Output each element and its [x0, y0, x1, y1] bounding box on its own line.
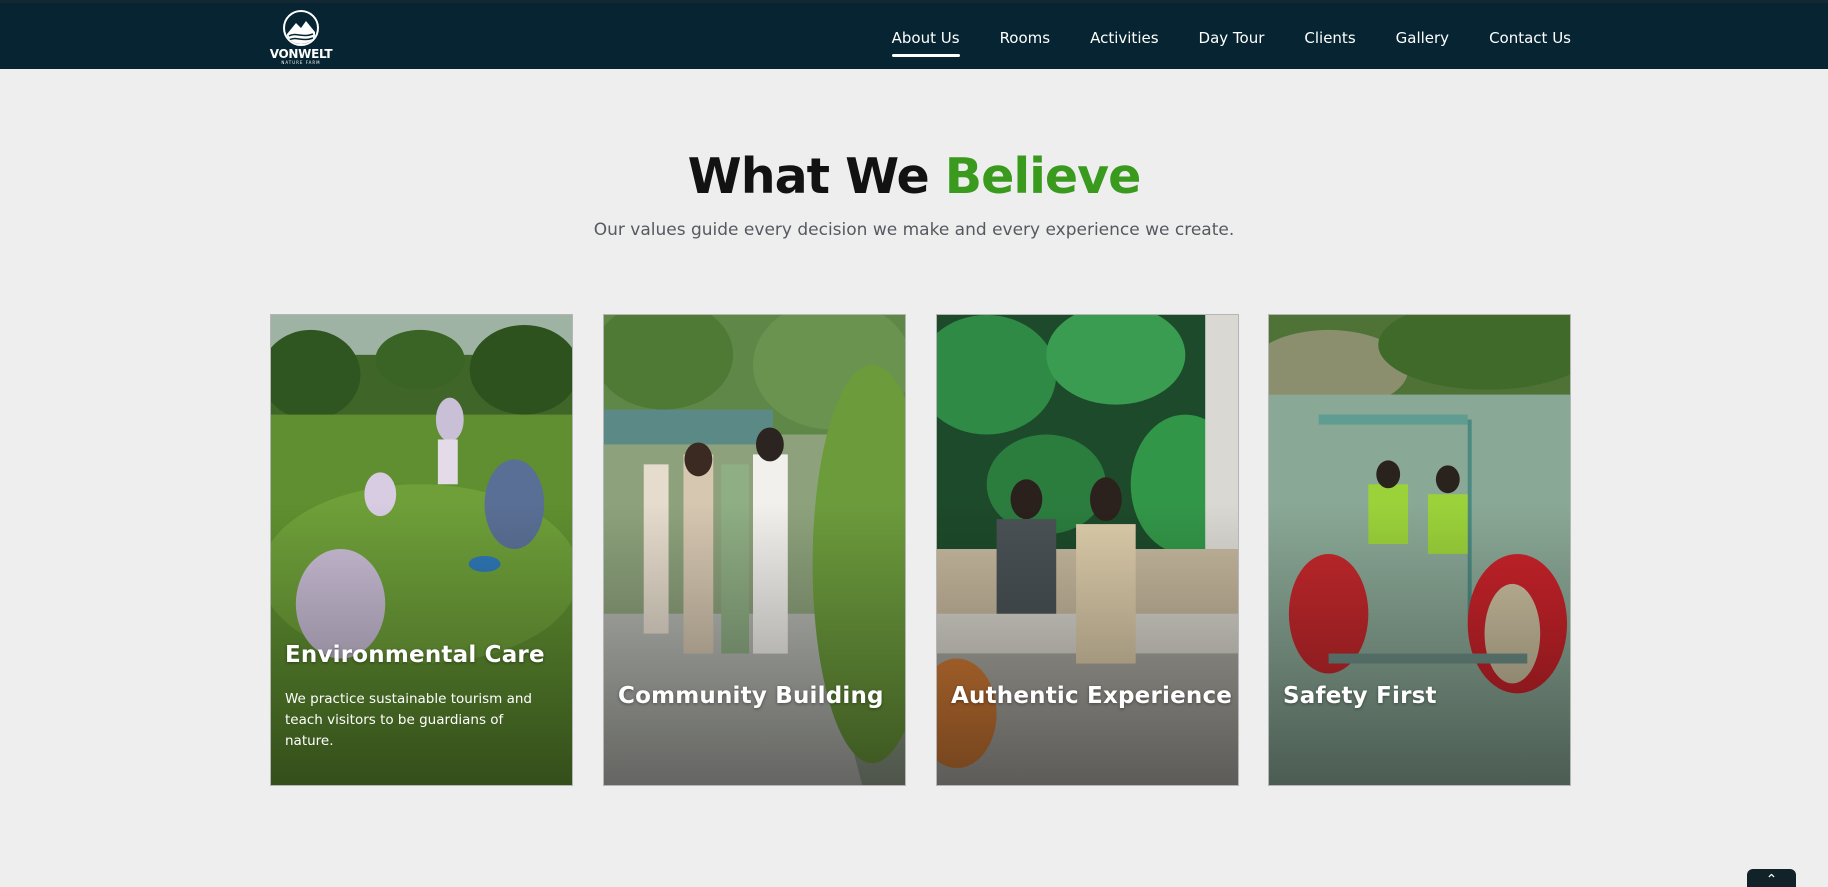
card-description: We practice sustainable tourism and teac… [285, 691, 533, 749]
value-card-authentic-experience[interactable]: Authentic Experience [936, 314, 1239, 786]
mountain-logo-icon [283, 10, 319, 46]
chevron-up-icon: ⌃ [1765, 872, 1778, 887]
nav-gallery[interactable]: Gallery [1396, 23, 1449, 53]
section-title: What We Believe [0, 148, 1828, 205]
card-title: Environmental Care [285, 642, 545, 668]
section-subtitle: Our values guide every decision we make … [593, 220, 1235, 240]
nav-day-tour[interactable]: Day Tour [1199, 23, 1265, 53]
scroll-to-top-button[interactable]: ⌃ [1747, 869, 1796, 887]
section-title-main: What We [687, 148, 930, 205]
main-nav: About Us Rooms Activities Day Tour Clien… [852, 3, 1571, 72]
nav-about-us[interactable]: About Us [891, 23, 960, 57]
brand-logo[interactable]: VONWELT NATURE FARM [269, 10, 333, 68]
brand-tagline: NATURE FARM [281, 60, 321, 65]
card-title: Authentic Experience [951, 683, 1233, 709]
value-card-environmental-care[interactable]: Environmental Care We practice sustainab… [270, 314, 573, 786]
card-title: Community Building [618, 683, 884, 709]
value-card-safety-first[interactable]: Safety First [1268, 314, 1571, 786]
value-card-community-building[interactable]: Community Building [603, 314, 906, 786]
nav-activities[interactable]: Activities [1090, 23, 1158, 53]
nav-clients[interactable]: Clients [1304, 23, 1355, 53]
section-title-accent: Believe [944, 148, 1142, 205]
site-header: VONWELT NATURE FARM About Us Rooms Activ… [0, 0, 1828, 69]
nav-contact-us[interactable]: Contact Us [1489, 23, 1571, 53]
nav-rooms[interactable]: Rooms [1000, 23, 1051, 53]
brand-name: VONWELT [269, 47, 333, 61]
card-title: Safety First [1283, 683, 1437, 709]
